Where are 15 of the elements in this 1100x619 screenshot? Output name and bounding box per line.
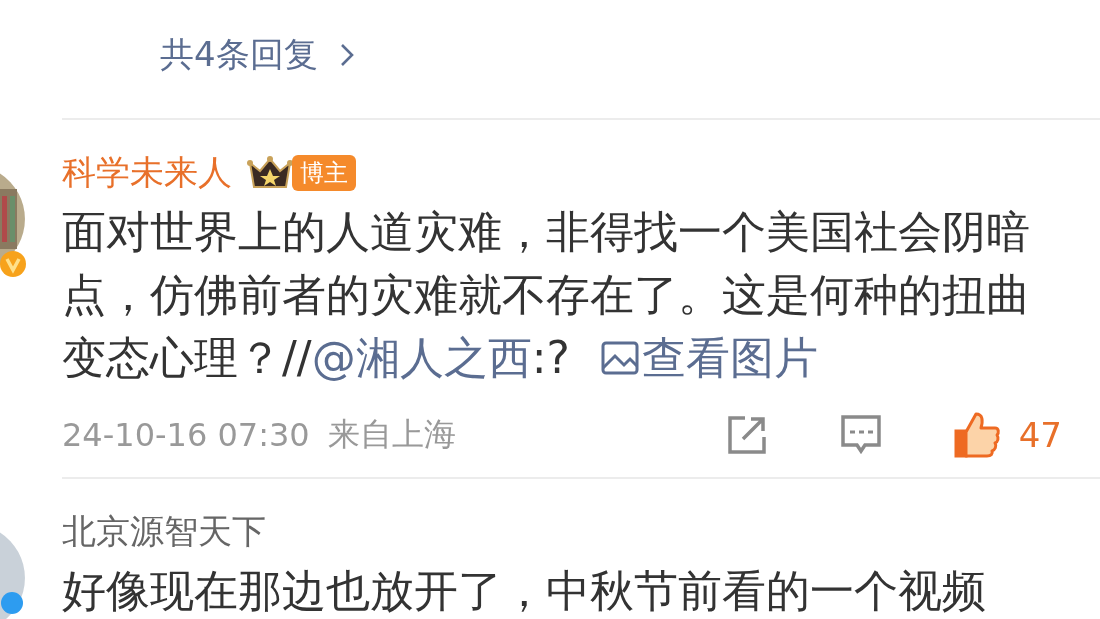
view-image-link[interactable]: 查看图片: [599, 332, 818, 383]
replies-link[interactable]: 共4条回复: [160, 32, 354, 78]
user-name[interactable]: 北京源智天下: [62, 509, 266, 555]
author-badge: 博主: [292, 155, 356, 191]
chevron-right-icon: [339, 43, 354, 67]
like-button[interactable]: 47: [952, 411, 1062, 459]
crown-icon: [246, 155, 294, 191]
avatar[interactable]: [0, 173, 26, 277]
comment-text: 好像现在那边也放开了，中秋节前看的一个视频: [62, 564, 987, 618]
avatar[interactable]: [0, 532, 25, 619]
location: 来自上海: [327, 414, 456, 455]
timestamp: 24-10-16 07:30: [62, 416, 310, 454]
comment-text: 面对世界上的人道灾难，非得找一个美国社会阴暗点，仿佛前者的灾难就不存在了。这是何种的扭曲变态心理？//@湘人之西:? 查看图片: [62, 205, 1031, 385]
mention-link[interactable]: @湘人之西: [311, 332, 532, 383]
user-name[interactable]: 科学未来人: [62, 150, 232, 196]
